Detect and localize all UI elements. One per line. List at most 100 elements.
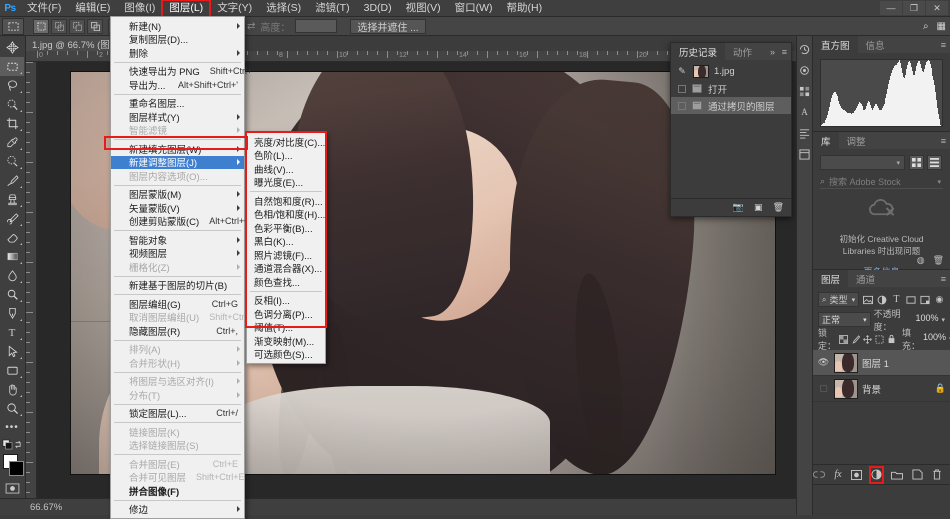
eye-icon[interactable]: 👁 (817, 357, 830, 368)
zoom-level[interactable]: 66.67% (30, 502, 82, 513)
layer-menu-item-7[interactable]: 重命名图层... (111, 97, 244, 111)
tab-history[interactable]: 历史记录 (671, 43, 725, 60)
eraser-tool[interactable] (0, 228, 24, 247)
close-button[interactable]: ✕ (926, 1, 948, 15)
list-view-icon[interactable] (927, 155, 942, 170)
background-color-swatch[interactable] (9, 461, 24, 476)
panel-menu-icon[interactable]: ≡ (941, 40, 946, 50)
tab-actions[interactable]: 动作 (725, 43, 760, 60)
history-brush-tool[interactable] (0, 209, 24, 228)
crop-tool[interactable] (0, 114, 24, 133)
minimize-button[interactable]: — (880, 1, 902, 15)
pen-tool[interactable] (0, 304, 24, 323)
adjustment-item-15[interactable]: 阈值(T)... (247, 321, 325, 335)
new-document-icon[interactable]: ▣ (754, 202, 763, 213)
histogram-graph[interactable] (820, 59, 943, 127)
history-brush-slot[interactable] (678, 102, 686, 110)
color-swatches[interactable] (1, 453, 25, 479)
add-selection-icon[interactable] (51, 19, 67, 34)
layer-mask-icon[interactable] (851, 468, 862, 482)
new-adjustment-layer-icon[interactable] (871, 468, 882, 482)
new-selection-icon[interactable] (33, 19, 49, 34)
menu-image[interactable]: 图像(I) (117, 0, 162, 17)
library-search[interactable]: ⌕ 搜索 Adobe Stock ▾ (820, 175, 943, 189)
history-rail-icon[interactable] (798, 42, 812, 56)
layer-menu-item-20[interactable]: 视频图层 (111, 247, 244, 261)
adjustment-item-11[interactable]: 颜色查找... (247, 275, 325, 289)
quick-selection-tool[interactable] (0, 95, 24, 114)
intersect-selection-icon[interactable] (87, 19, 103, 34)
lasso-tool[interactable] (0, 76, 24, 95)
opacity-value[interactable]: 100% (915, 313, 938, 327)
layer-menu-item-4[interactable]: 快速导出为 PNGShift+Ctrl+' (111, 65, 244, 79)
menu-layer[interactable]: 图层(L) (162, 0, 210, 17)
blur-tool[interactable] (0, 266, 24, 285)
adjustment-item-5[interactable]: 自然饱和度(R)... (247, 194, 325, 208)
clone-stamp-tool[interactable] (0, 190, 24, 209)
layer-menu-item-0[interactable]: 新建(N) (111, 19, 244, 33)
layer-menu-item-5[interactable]: 导出为...Alt+Shift+Ctrl+' (111, 78, 244, 92)
layer-menu-item-1[interactable]: 复制图层(D)... (111, 33, 244, 47)
panel-menu-icon[interactable]: ≡ (782, 47, 787, 57)
search-icon[interactable]: ⌕ (923, 21, 929, 32)
brush-tool[interactable] (0, 171, 24, 190)
trash-icon[interactable]: 🗑 (933, 255, 944, 266)
layer-menu-dropdown[interactable]: 新建(N)复制图层(D)...删除快速导出为 PNGShift+Ctrl+'导出… (110, 16, 245, 519)
layer-style-icon[interactable]: fx (834, 468, 842, 482)
adjustment-item-1[interactable]: 色阶(L)... (247, 149, 325, 163)
history-item-snapshot[interactable]: ✎ 1.jpg (671, 63, 791, 80)
smart-object-filter-icon[interactable] (919, 292, 930, 307)
subtract-selection-icon[interactable] (69, 19, 85, 34)
layer-menu-item-15[interactable]: 图层蒙版(M) (111, 188, 244, 202)
layer-menu-item-2[interactable]: 删除 (111, 46, 244, 60)
character-rail-icon[interactable]: A (798, 105, 812, 119)
adjustment-item-6[interactable]: 色相/饱和度(H)... (247, 208, 325, 222)
layer-row-2[interactable]: ▢ 背景 🔒 (813, 376, 950, 402)
color-rail-icon[interactable] (798, 63, 812, 77)
layer-menu-item-25[interactable]: 图层编组(G)Ctrl+G (111, 297, 244, 311)
adjustment-item-14[interactable]: 色调分离(P)... (247, 307, 325, 321)
library-select[interactable]: ▾ (820, 155, 905, 170)
swatch-rail-icon[interactable] (798, 84, 812, 98)
pixel-filter-icon[interactable] (862, 292, 873, 307)
lock-transparent-icon[interactable] (839, 333, 848, 346)
tab-channels[interactable]: 通道 (848, 270, 883, 287)
menu-3d[interactable]: 3D(D) (357, 0, 399, 17)
adjustment-item-9[interactable]: 照片滤镜(F)... (247, 248, 325, 262)
lock-artboard-icon[interactable] (875, 333, 884, 346)
type-filter-icon[interactable]: T (891, 292, 902, 307)
new-layer-icon[interactable] (912, 468, 923, 482)
history-brush-source-icon[interactable]: ✎ (676, 66, 688, 78)
adjustment-filter-icon[interactable] (876, 292, 887, 307)
rectangle-tool[interactable] (0, 361, 24, 380)
dodge-tool[interactable] (0, 285, 24, 304)
swap-dimensions-icon[interactable]: ⇄ (247, 21, 255, 32)
menu-edit[interactable]: 编辑(E) (68, 0, 117, 17)
new-group-icon[interactable] (891, 468, 903, 482)
camera-icon[interactable]: 📷 (733, 202, 744, 213)
adjustment-item-17[interactable]: 可选颜色(S)... (247, 348, 325, 362)
layer-row-1[interactable]: 👁 图层 1 (813, 350, 950, 376)
grid-view-icon[interactable] (909, 155, 924, 170)
tab-info[interactable]: 信息 (858, 36, 893, 53)
tab-libraries[interactable]: 库 (813, 132, 839, 149)
filter-power-icon[interactable]: ◉ (934, 292, 945, 307)
maximize-button[interactable]: ❐ (903, 1, 925, 15)
fill-value[interactable]: 100% (923, 332, 946, 346)
menu-help[interactable]: 帮助(H) (500, 0, 550, 17)
adjustment-item-0[interactable]: 亮度/对比度(C)... (247, 135, 325, 149)
panel-menu-icon[interactable]: ≡ (941, 136, 946, 146)
chevron-down-icon[interactable]: ▾ (937, 178, 941, 186)
tab-adjustments[interactable]: 调整 (839, 132, 874, 149)
layer-menu-item-12[interactable]: 新建调整图层(J) (111, 156, 244, 170)
shape-filter-icon[interactable] (905, 292, 916, 307)
layer-menu-item-11[interactable]: 新建填充图层(W) (111, 142, 244, 156)
layer-menu-item-44[interactable]: 修边 (111, 503, 244, 517)
adjustment-item-8[interactable]: 黑白(K)... (247, 235, 325, 249)
lock-image-icon[interactable] (851, 333, 860, 346)
zoom-tool[interactable] (0, 399, 24, 418)
panel-menu-icon[interactable]: ≡ (941, 274, 946, 284)
panel-collapse-icon[interactable]: » (770, 47, 775, 57)
history-item-open[interactable]: 打开 (671, 80, 791, 97)
menu-type[interactable]: 文字(Y) (210, 0, 259, 17)
